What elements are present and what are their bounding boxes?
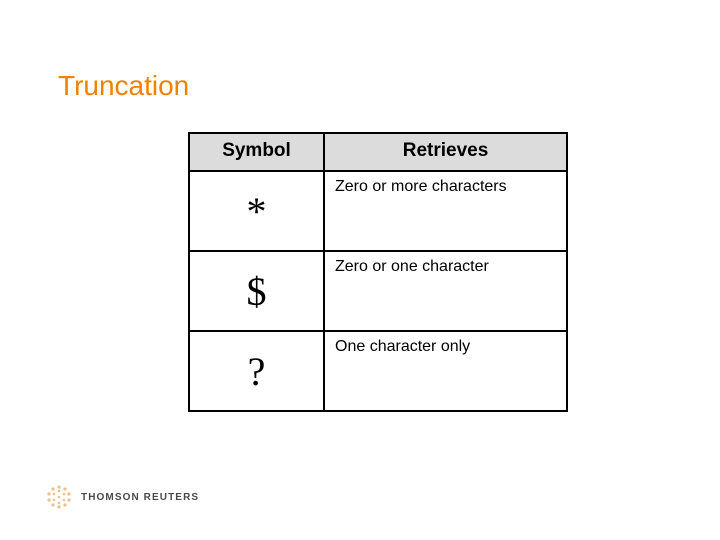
symbol-cell: $ bbox=[189, 251, 324, 331]
slide: Truncation Symbol Retrieves * Zero or mo… bbox=[0, 0, 720, 540]
header-symbol: Symbol bbox=[189, 133, 324, 171]
table-row: ? One character only bbox=[189, 331, 567, 411]
table-header-row: Symbol Retrieves bbox=[189, 133, 567, 171]
desc-cell: Zero or more characters bbox=[324, 171, 567, 251]
symbol-cell: * bbox=[189, 171, 324, 251]
brand-text: THOMSON REUTERS bbox=[81, 492, 199, 503]
truncation-table-wrap: Symbol Retrieves * Zero or more characte… bbox=[188, 132, 568, 412]
page-title: Truncation bbox=[58, 70, 662, 102]
truncation-table: Symbol Retrieves * Zero or more characte… bbox=[188, 132, 568, 412]
symbol-cell: ? bbox=[189, 331, 324, 411]
table-row: $ Zero or one character bbox=[189, 251, 567, 331]
table-row: * Zero or more characters bbox=[189, 171, 567, 251]
desc-cell: Zero or one character bbox=[324, 251, 567, 331]
thomson-reuters-icon bbox=[46, 484, 72, 510]
footer-logo: THOMSON REUTERS bbox=[46, 484, 199, 510]
header-retrieves: Retrieves bbox=[324, 133, 567, 171]
desc-cell: One character only bbox=[324, 331, 567, 411]
